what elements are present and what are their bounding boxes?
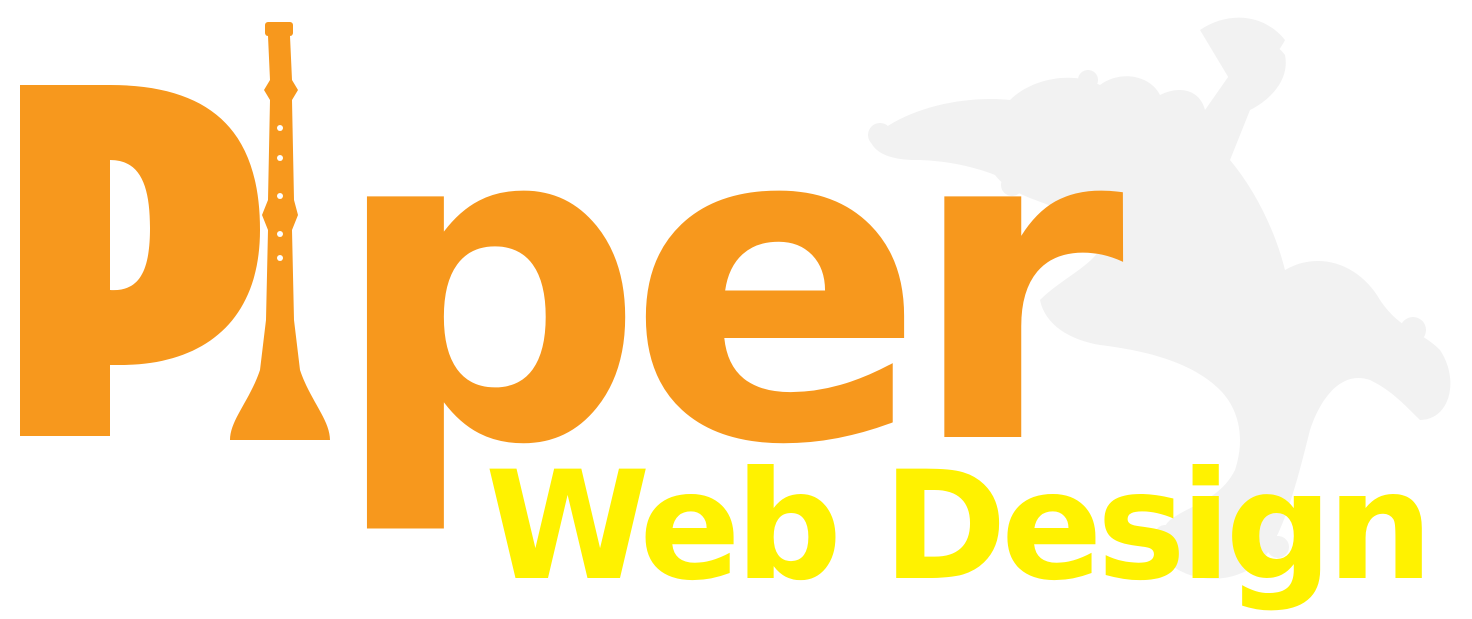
tagline-web-design: Web Design	[485, 440, 1428, 614]
piper-web-design-logo: per Web Design	[20, 17, 1451, 614]
letter-p	[20, 85, 260, 436]
